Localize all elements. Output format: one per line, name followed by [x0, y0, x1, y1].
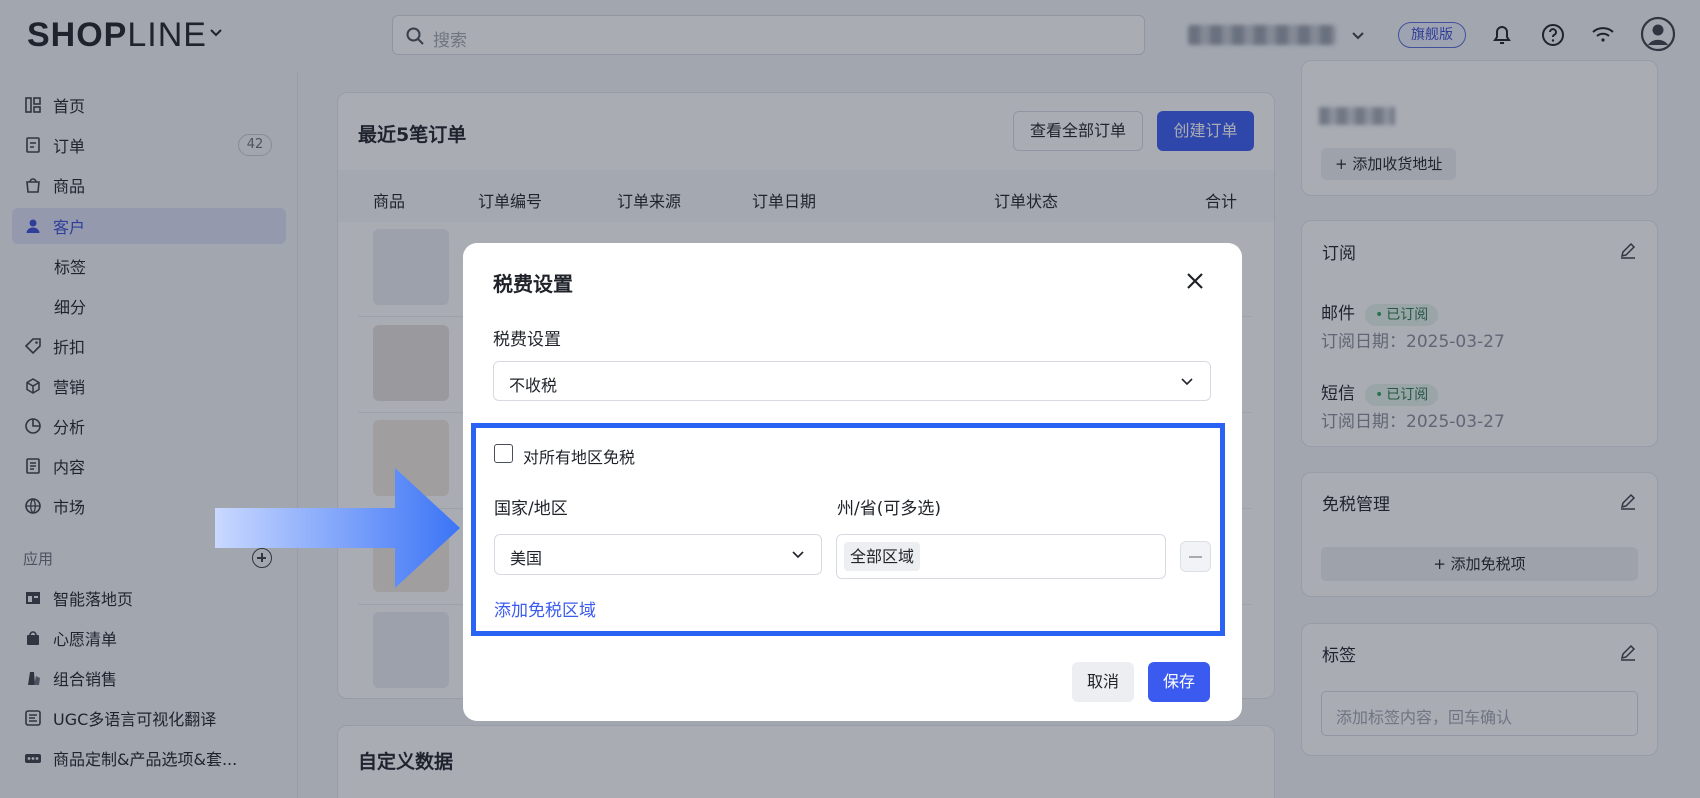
- arrow-annotation-icon: [215, 468, 460, 588]
- chevron-down-icon: [1181, 378, 1193, 386]
- country-value: 美国: [510, 549, 543, 568]
- tax-setting-label: 税费设置: [493, 330, 561, 350]
- country-select[interactable]: 美国: [494, 534, 822, 575]
- close-icon[interactable]: [1183, 269, 1207, 293]
- exempt-all-checkbox[interactable]: [494, 444, 513, 463]
- remove-region-button[interactable]: [1180, 541, 1211, 572]
- add-exempt-region-link[interactable]: 添加免税区域: [494, 596, 596, 621]
- dialog-title: 税费设置: [493, 272, 573, 296]
- state-chip[interactable]: 全部区域: [844, 542, 921, 571]
- tax-setting-select[interactable]: 不收税: [493, 361, 1211, 401]
- country-label: 国家/地区: [494, 499, 568, 519]
- exempt-all-label: 对所有地区免税: [523, 448, 636, 467]
- chevron-down-icon: [792, 551, 804, 559]
- tax-setting-value: 不收税: [509, 376, 558, 395]
- state-multi-select[interactable]: 全部区域: [836, 534, 1166, 579]
- save-button[interactable]: 保存: [1148, 662, 1210, 702]
- state-label: 州/省(可多选): [837, 499, 941, 519]
- cancel-button[interactable]: 取消: [1072, 662, 1134, 702]
